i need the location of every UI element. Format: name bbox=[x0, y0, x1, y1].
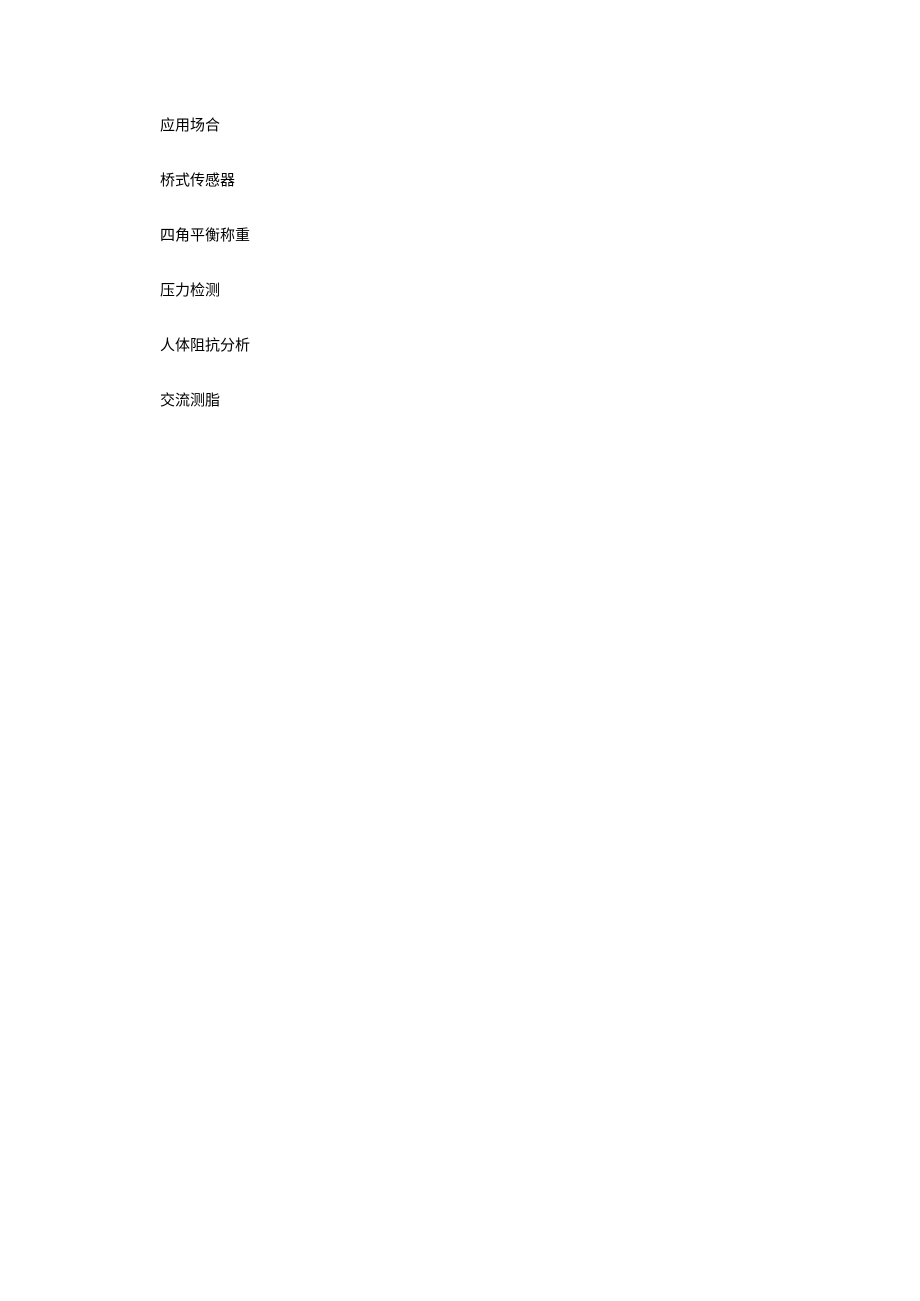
list-item: 人体阻抗分析 bbox=[160, 336, 920, 357]
list-item-heading: 应用场合 bbox=[160, 116, 920, 137]
list-item: 交流测脂 bbox=[160, 391, 920, 412]
list-item: 四角平衡称重 bbox=[160, 226, 920, 247]
list-item: 桥式传感器 bbox=[160, 171, 920, 192]
list-item: 压力检测 bbox=[160, 281, 920, 302]
